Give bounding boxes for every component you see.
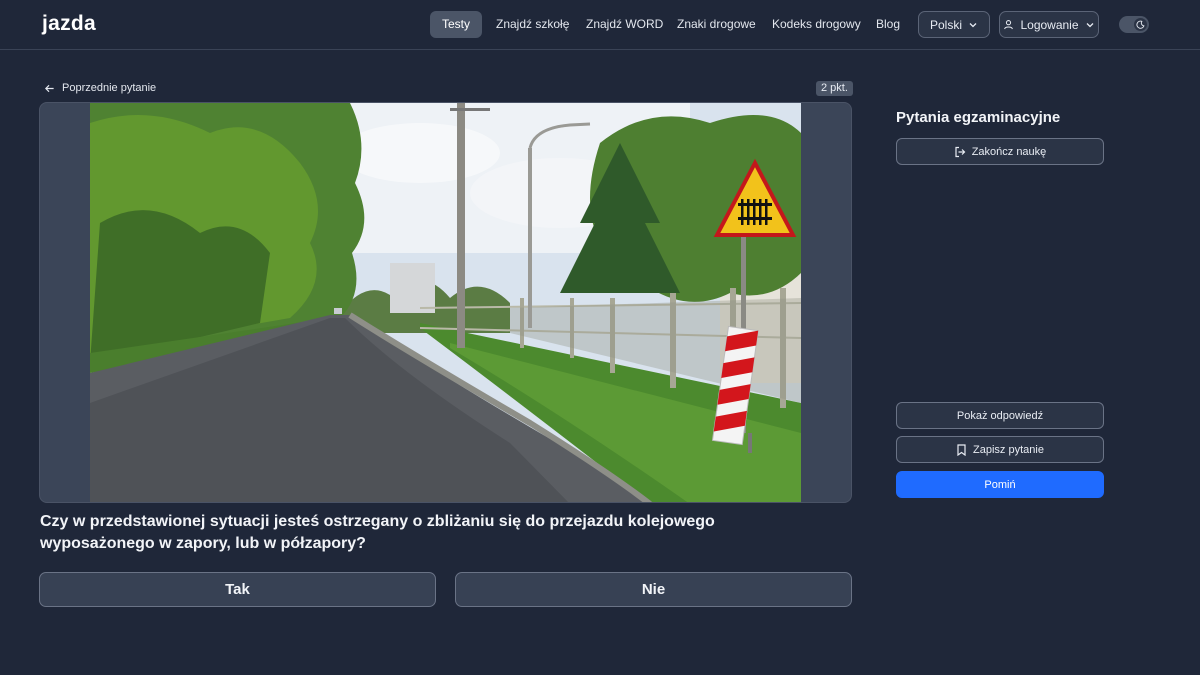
show-answer-button[interactable]: Pokaż odpowiedź [896, 402, 1104, 429]
question-media-frame [39, 102, 852, 503]
exit-icon [954, 146, 966, 158]
save-question-label: Zapisz pytanie [973, 443, 1044, 456]
logo-text: jazda [42, 12, 97, 35]
login-label: Logowanie [1020, 17, 1079, 32]
skip-button[interactable]: Pomiń [896, 471, 1104, 498]
nav-find-school[interactable]: Znajdź szkołę [484, 11, 581, 38]
points-badge: 2 pkt. [816, 81, 853, 96]
finish-learning-label: Zakończ naukę [971, 145, 1047, 158]
moon-icon [1134, 18, 1147, 31]
question-image [90, 103, 801, 502]
question-text: Czy w przedstawionej sytuacji jesteś ost… [40, 513, 715, 552]
nav-find-word[interactable]: Znajdź WORD [574, 11, 675, 38]
save-question-button[interactable]: Zapisz pytanie [896, 436, 1104, 463]
language-label: Polski [929, 17, 962, 32]
previous-question-label: Poprzednie pytanie [62, 82, 157, 94]
login-button[interactable]: Logowanie [999, 11, 1099, 38]
sidebar-title: Pytania egzaminacyjne [896, 109, 1061, 126]
nav-road-signs[interactable]: Znaki drogowe [665, 11, 768, 38]
user-icon [1003, 19, 1014, 30]
answer-yes-button[interactable]: Tak [39, 572, 436, 607]
top-navigation-bar: jazda Testy Znajdź szkołę Znajdź WORD Zn… [0, 0, 1200, 50]
show-answer-label: Pokaż odpowiedź [956, 409, 1044, 422]
bookmark-icon [956, 443, 967, 456]
logo[interactable]: jazda [42, 12, 96, 36]
previous-question-link[interactable]: Poprzednie pytanie [44, 80, 156, 96]
skip-label: Pomiń [984, 478, 1016, 491]
theme-toggle[interactable] [1119, 16, 1149, 33]
arrow-left-icon [44, 83, 55, 94]
nav-testy[interactable]: Testy [430, 11, 483, 38]
finish-learning-button[interactable]: Zakończ naukę [896, 138, 1104, 165]
chevron-down-icon [968, 20, 978, 30]
answer-no-button[interactable]: Nie [455, 572, 852, 607]
nav-traffic-code[interactable]: Kodeks drogowy [760, 11, 873, 38]
nav-blog[interactable]: Blog [864, 11, 912, 38]
language-select[interactable]: Polski [918, 11, 990, 38]
chevron-down-icon [1085, 20, 1095, 30]
